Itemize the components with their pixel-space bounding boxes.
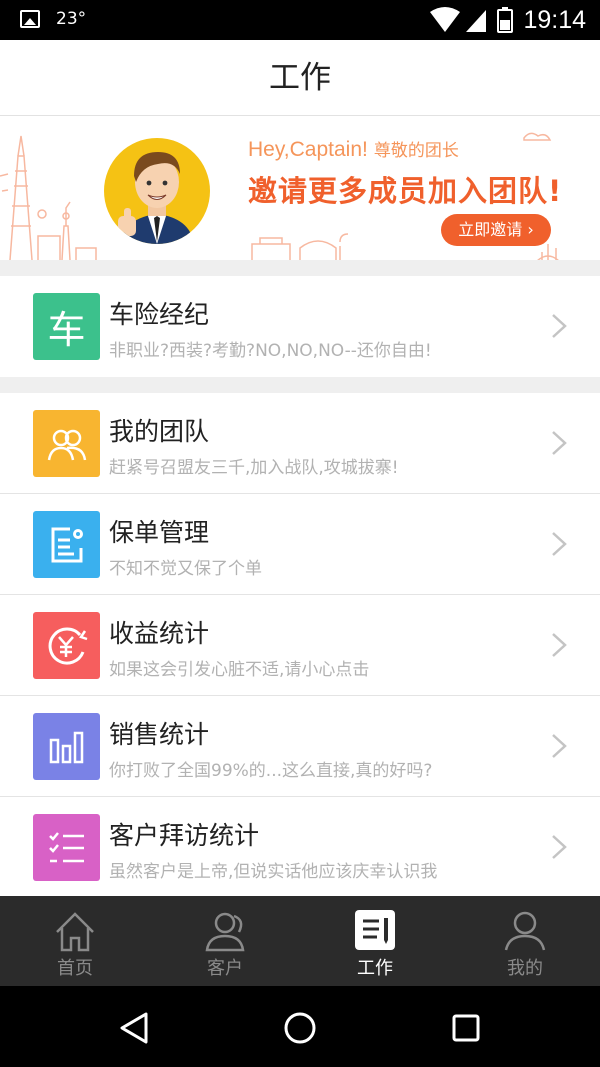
chevron-right-icon — [552, 431, 567, 455]
yuan-icon — [33, 612, 100, 679]
list-item-title: 我的团队 — [109, 417, 210, 446]
tab-label: 我的 — [507, 958, 543, 979]
section-divider — [0, 260, 600, 276]
team-icon — [33, 410, 100, 477]
tab-label: 首页 — [57, 958, 93, 979]
work-icon — [355, 910, 395, 950]
list-item-desc: 不知不觉又保了个单 — [109, 559, 262, 579]
section-divider — [0, 377, 600, 393]
tab-label: 客户 — [207, 958, 243, 979]
banner-headline: 邀请更多成员加入团队! — [248, 174, 563, 208]
home-button-icon[interactable] — [280, 1008, 320, 1048]
bottom-tab-bar: 首页 客户 工作 我的 — [0, 896, 600, 986]
system-nav-bar — [0, 986, 600, 1067]
checklist-icon — [33, 814, 100, 881]
list-item-title: 客户拜访统计 — [109, 821, 260, 850]
chevron-right-icon — [552, 734, 567, 758]
tab-customers[interactable]: 客户 — [150, 896, 300, 986]
tab-home[interactable]: 首页 — [0, 896, 150, 986]
image-icon — [20, 10, 40, 28]
work-menu-list: 我的团队 赶紧号召盟友三千,加入战队,攻城拔寨! 保单管理 不知不觉又保了个单 … — [0, 393, 600, 896]
chevron-right-icon — [552, 633, 567, 657]
list-item-visit-stats[interactable]: 客户拜访统计 虽然客户是上帝,但说实话他应该庆幸认识我 — [0, 797, 600, 898]
chevron-right-icon — [552, 532, 567, 556]
bar-chart-icon — [33, 713, 100, 780]
list-item-sales-stats[interactable]: 销售统计 你打败了全国99%的...这么直接,真的好吗? — [0, 696, 600, 797]
tab-label: 工作 — [357, 958, 393, 979]
list-item-earnings-stats[interactable]: 收益统计 如果这会引发心脏不适,请小心点击 — [0, 595, 600, 696]
list-item-desc: 赶紧号召盟友三千,加入战队,攻城拔寨! — [109, 458, 399, 478]
chevron-right-icon — [552, 314, 567, 338]
status-bar: 23° 19:14 — [0, 0, 600, 40]
page-title: 工作 — [269, 60, 331, 96]
invite-now-button[interactable]: 立即邀请 › — [441, 214, 551, 246]
list-item-desc: 如果这会引发心脏不适,请小心点击 — [109, 660, 370, 680]
list-item-title: 收益统计 — [109, 619, 210, 648]
greeting-cn: 尊敬的团长 — [373, 141, 459, 160]
home-icon — [56, 912, 94, 952]
featured-section: 车 车险经纪 非职业?西装?考勤?NO,NO,NO--还你自由! — [0, 276, 600, 377]
customers-icon — [205, 912, 245, 952]
chevron-right-icon — [552, 835, 567, 859]
tab-profile[interactable]: 我的 — [450, 896, 600, 986]
list-item-title: 车险经纪 — [109, 300, 210, 329]
list-item-my-team[interactable]: 我的团队 赶紧号召盟友三千,加入战队,攻城拔寨! — [0, 393, 600, 494]
greeting-en: Hey,Captain! — [248, 138, 368, 161]
policy-icon — [33, 511, 100, 578]
list-item-desc: 你打败了全国99%的...这么直接,真的好吗? — [109, 761, 433, 781]
system-icons — [430, 7, 513, 33]
list-item-title: 销售统计 — [109, 720, 210, 749]
tab-work[interactable]: 工作 — [300, 896, 450, 986]
banner-greeting: Hey,Captain! 尊敬的团长 — [248, 136, 459, 162]
clock: 19:14 — [523, 6, 586, 34]
list-item-policy-management[interactable]: 保单管理 不知不觉又保了个单 — [0, 494, 600, 595]
title-bar: 工作 — [0, 40, 600, 116]
captain-avatar — [104, 138, 210, 244]
recents-icon[interactable] — [446, 1008, 486, 1048]
signal-icon — [466, 10, 486, 32]
invite-banner[interactable]: Hey,Captain! 尊敬的团长 邀请更多成员加入团队! 立即邀请 › — [0, 116, 600, 260]
temperature: 23° — [56, 9, 87, 29]
list-item-title: 保单管理 — [109, 518, 210, 547]
profile-icon — [504, 911, 546, 951]
list-item-desc: 非职业?西装?考勤?NO,NO,NO--还你自由! — [109, 341, 432, 361]
list-item-car-insurance[interactable]: 车 车险经纪 非职业?西装?考勤?NO,NO,NO--还你自由! — [0, 276, 600, 377]
car-icon: 车 — [33, 293, 100, 360]
wifi-icon — [430, 7, 460, 32]
list-item-desc: 虽然客户是上帝,但说实话他应该庆幸认识我 — [109, 862, 438, 882]
back-icon[interactable] — [114, 1008, 154, 1048]
